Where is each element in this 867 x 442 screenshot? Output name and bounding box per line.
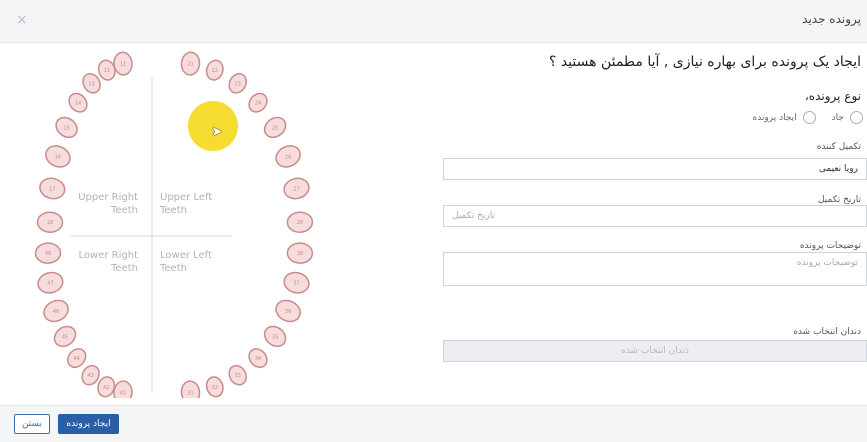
description-label: توضیحات پرونده — [799, 241, 861, 251]
close-button[interactable]: بستن — [14, 414, 50, 434]
confirm-question: ایجاد یک پرونده برای بهاره نیازی , آیا م… — [548, 54, 861, 70]
upper-left-label-2: Teeth — [159, 205, 187, 216]
new-record-dialog: × پرونده جدید Upper Right Teeth Upper Le… — [0, 0, 867, 442]
upper-right-tooth-number: 17 — [49, 187, 55, 193]
lower-left-label-1: Lower Left — [160, 250, 212, 261]
upper-right-tooth-number: 13 — [88, 81, 94, 87]
lower-right-label-1: Lower Right — [79, 250, 139, 261]
upper-left-tooth-number: 24 — [255, 101, 261, 107]
mouse-pointer-icon: ➤ — [211, 124, 223, 140]
close-icon[interactable]: × — [16, 11, 28, 29]
completer-input[interactable]: رویا نعیمی — [443, 158, 867, 180]
radio-option-1[interactable] — [850, 111, 863, 124]
lower-right-tooth-number: 41 — [120, 390, 126, 396]
lower-right-tooth-number: 44 — [74, 356, 80, 362]
lower-left-tooth-number: 32 — [212, 385, 218, 391]
lower-left-tooth-number: 35 — [272, 334, 278, 340]
lower-right-tooth-number: 48 — [45, 251, 51, 257]
lower-left-tooth-number: 33 — [235, 373, 241, 379]
dental-chart: Upper Right Teeth Upper Left Teeth Lower… — [34, 51, 314, 398]
upper-right-label-1: Upper Right — [78, 192, 138, 203]
upper-right-tooth-number: 11 — [120, 62, 126, 68]
lower-right-tooth-number: 47 — [47, 281, 53, 287]
lower-left-tooth-number: 37 — [293, 281, 299, 287]
radio-option-1-label: جاد — [831, 112, 844, 123]
dialog-header: × پرونده جدید — [0, 0, 867, 43]
completer-label: تکمیل کننده — [816, 142, 861, 152]
lower-right-tooth-number: 46 — [53, 309, 59, 315]
lower-right-tooth-number: 42 — [103, 385, 109, 391]
record-type-options: جاد ایجاد پرونده — [752, 111, 863, 124]
upper-left-tooth-number: 21 — [187, 62, 193, 68]
upper-right-label-2: Teeth — [110, 205, 138, 216]
lower-left-tooth-number: 34 — [255, 356, 261, 362]
lower-left-tooth-number: 36 — [285, 309, 291, 315]
upper-left-tooth-number: 23 — [235, 81, 241, 87]
radio-option-2[interactable] — [802, 111, 816, 124]
dialog-footer — [0, 405, 867, 442]
upper-right-tooth-number: 12 — [104, 68, 110, 74]
lower-left-tooth-number: 31 — [187, 390, 193, 396]
create-record-button[interactable]: ایجاد پرونده — [58, 414, 119, 434]
upper-left-tooth-number: 25 — [272, 125, 278, 131]
lower-left-tooth-number: 38 — [297, 251, 303, 257]
upper-right-tooth-number: 15 — [63, 125, 69, 131]
dialog-title: پرونده جدید — [802, 12, 861, 26]
description-textarea[interactable]: توضیحات پرونده — [443, 252, 867, 286]
upper-left-tooth-number: 28 — [297, 220, 303, 226]
upper-left-label-1: Upper Left — [160, 192, 212, 203]
date-input[interactable]: تاریخ تکمیل — [443, 205, 867, 227]
selected-teeth-input: دندان انتخاب شده — [443, 340, 867, 362]
radio-option-2-label: ایجاد پرونده — [752, 112, 797, 123]
lower-left-label-2: Teeth — [159, 263, 187, 274]
upper-left-tooth-number: 22 — [212, 68, 218, 74]
lower-right-label-2: Teeth — [110, 263, 138, 274]
upper-right-tooth-number: 14 — [75, 101, 81, 107]
date-label: تاریخ تکمیل — [818, 195, 861, 205]
lower-right-tooth-number: 45 — [62, 334, 68, 340]
upper-right-tooth-number: 18 — [47, 220, 53, 226]
record-type-label: نوع پرونده، — [804, 89, 861, 103]
teeth-group: 11 12 13 14 15 16 17 18 21 22 23 24 25 26 27 28 41 42 43 44… — [34, 51, 314, 398]
upper-left-tooth-number: 26 — [285, 154, 291, 160]
upper-left-tooth-number: 27 — [293, 187, 299, 193]
selected-teeth-label: دندان انتخاب شده — [793, 327, 861, 337]
upper-right-tooth-number: 16 — [55, 154, 61, 160]
lower-right-tooth-number: 43 — [87, 373, 93, 379]
